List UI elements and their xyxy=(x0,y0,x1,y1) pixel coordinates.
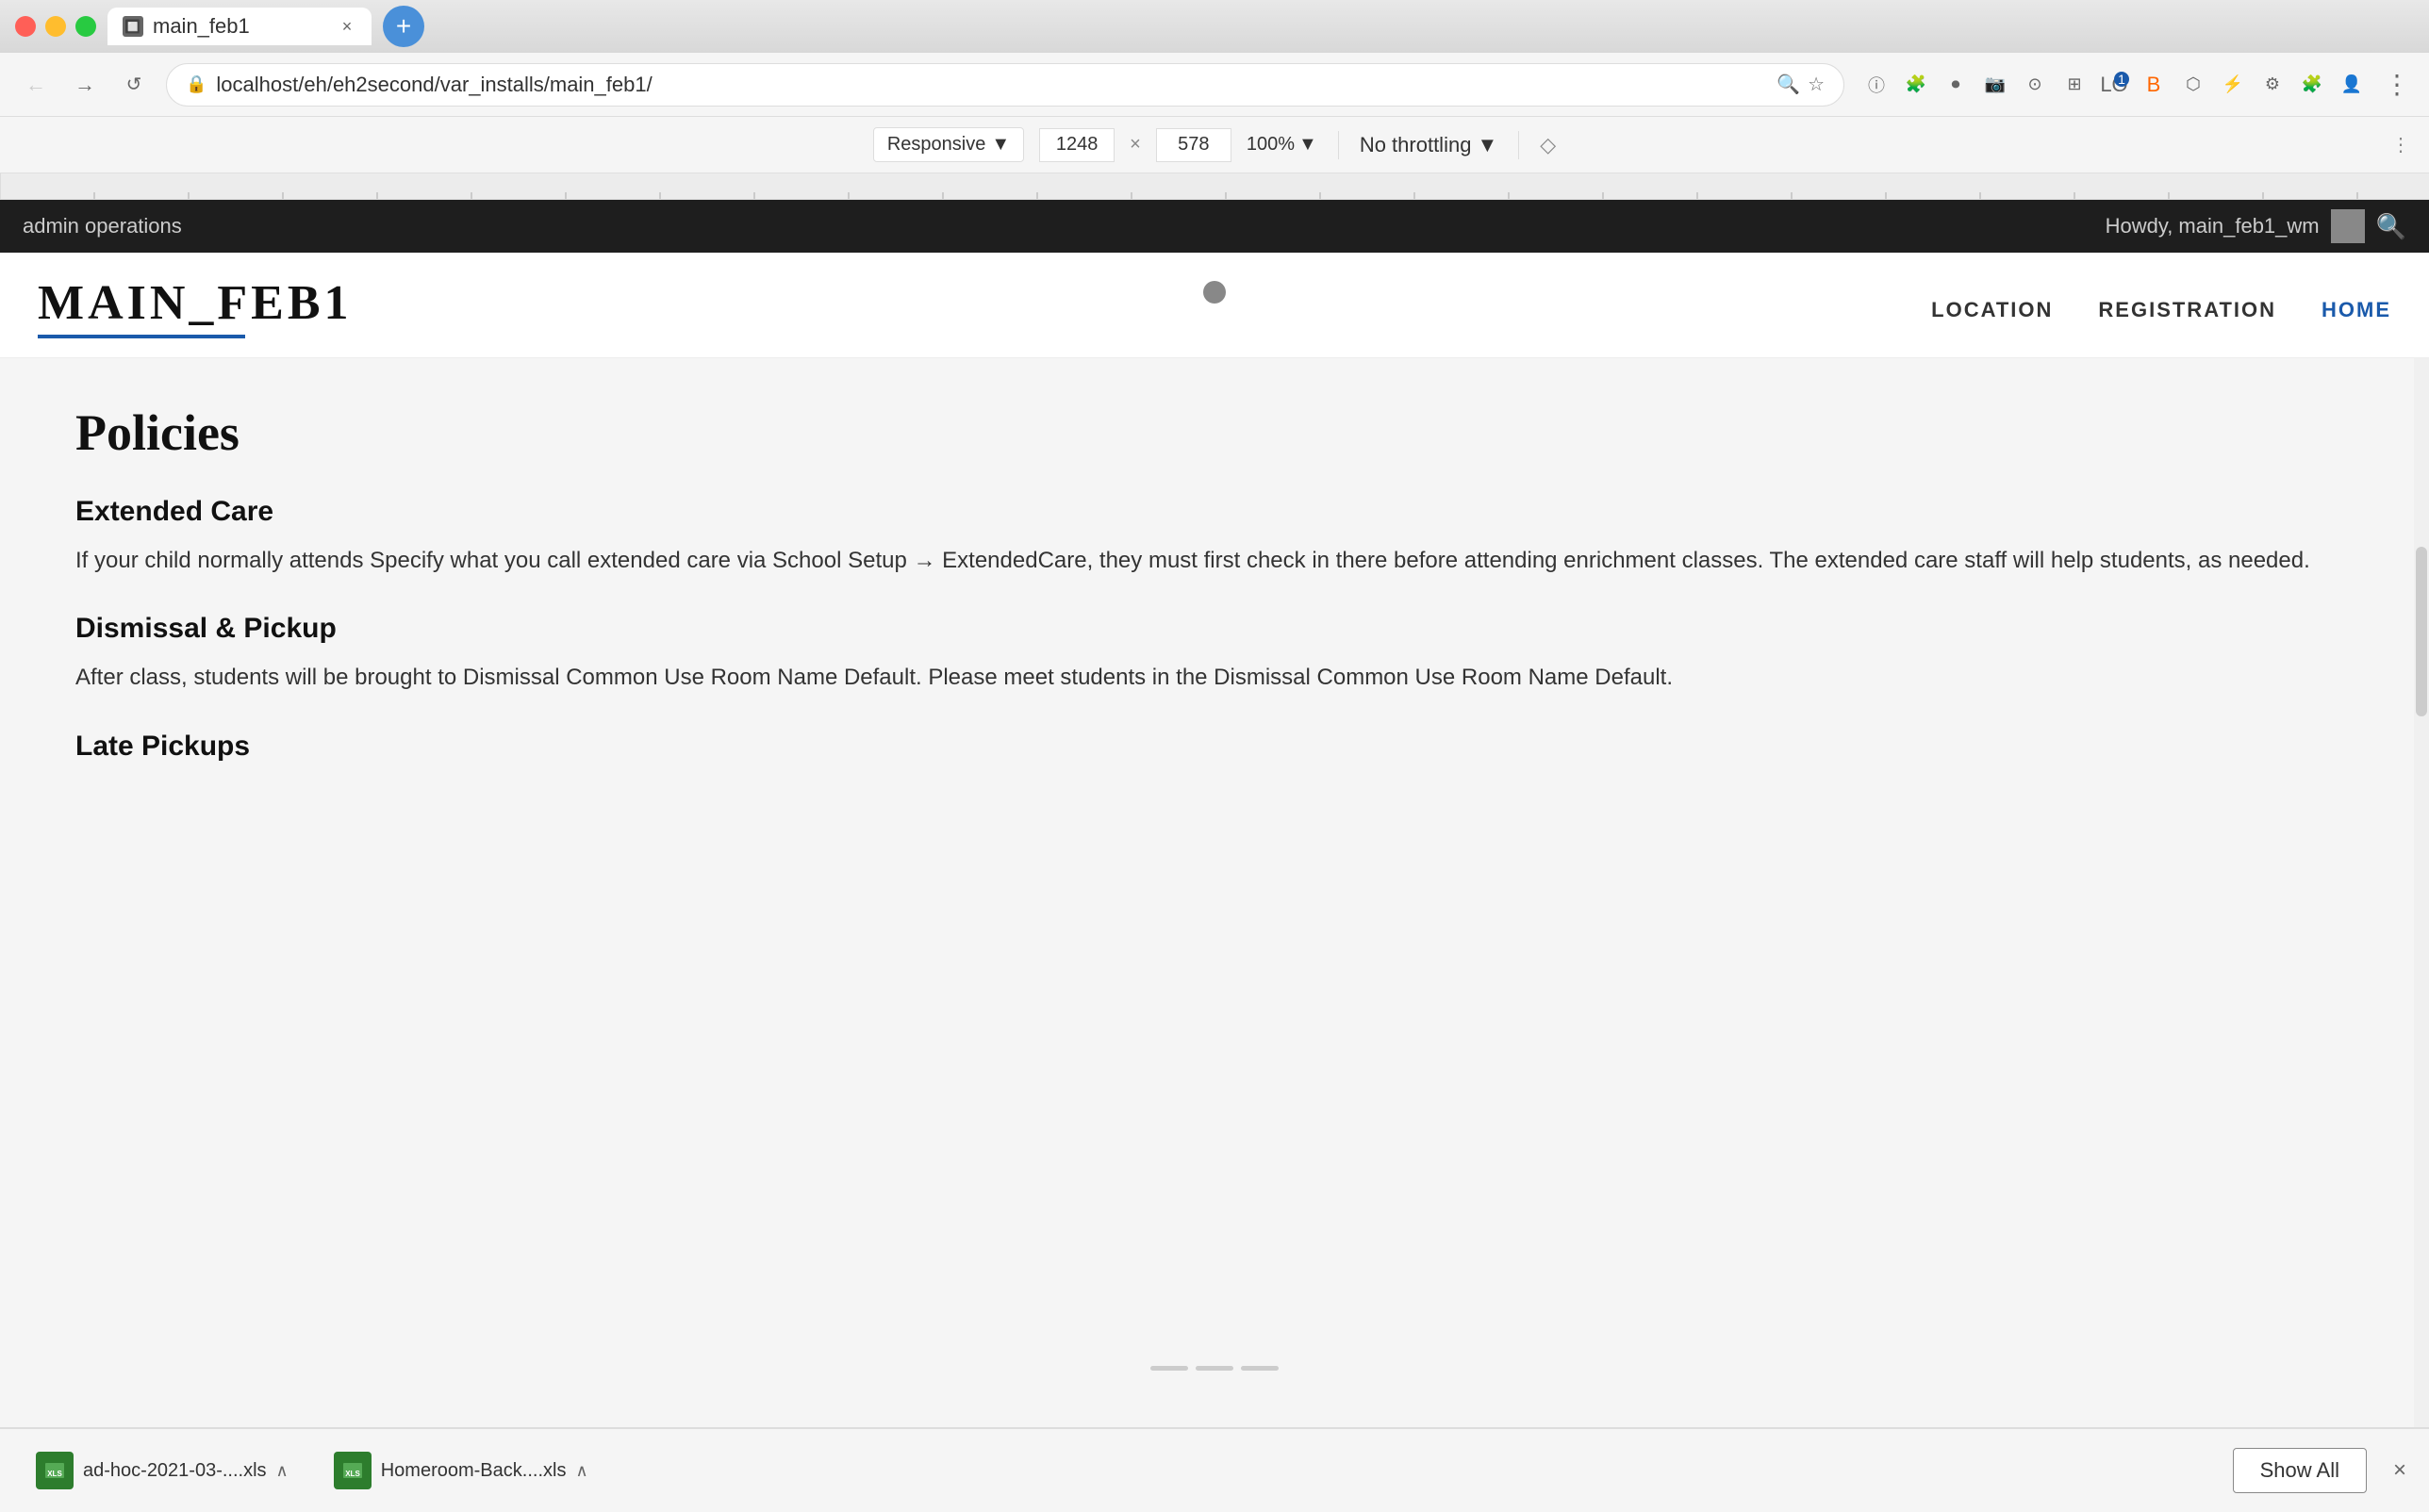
active-tab[interactable]: 🔲 main_feb1 × xyxy=(107,8,372,45)
extension-share-icon[interactable]: ⬡ xyxy=(2176,68,2210,102)
section-dismissal-title: Dismissal & Pickup xyxy=(75,613,2354,645)
browser-toolbar-icons: ⓘ 🧩 ⏺ 📷 ⊙ ⊞ LO 1 B ⬡ ⚡ ⚙ 🧩 👤 xyxy=(1859,68,2369,102)
close-downloads-button[interactable]: × xyxy=(2393,1457,2406,1484)
tab-close-button[interactable]: × xyxy=(338,17,356,36)
chevron-down-icon: ▼ xyxy=(991,134,1010,156)
section-extended-care-title: Extended Care xyxy=(75,496,2354,528)
viewport-height-input[interactable] xyxy=(1156,128,1231,162)
close-window-button[interactable] xyxy=(15,16,36,37)
chevron-down-icon: ▼ xyxy=(1298,134,1317,156)
drag-line xyxy=(1150,1366,1188,1371)
svg-text:XLS: XLS xyxy=(345,1470,360,1478)
download-item-1[interactable]: XLS ad-hoc-2021-03-....xls ∧ xyxy=(23,1444,302,1497)
search-icon[interactable]: 🔍 xyxy=(1776,73,1800,96)
back-button[interactable]: ← xyxy=(19,68,53,102)
download-chevron-2[interactable]: ∧ xyxy=(575,1461,587,1481)
website-content: admin operations Howdy, main_feb1_wm 🔍 M… xyxy=(0,200,2429,1427)
separator2 xyxy=(1518,131,1519,159)
new-tab-button[interactable]: + xyxy=(383,6,424,47)
extension-settings-icon[interactable]: ⚙ xyxy=(2256,68,2289,102)
admin-avatar xyxy=(2331,209,2365,243)
show-all-button[interactable]: Show All xyxy=(2233,1448,2367,1493)
downloads-bar: XLS ad-hoc-2021-03-....xls ∧ XLS Homeroo… xyxy=(0,1427,2429,1512)
tab-title: main_feb1 xyxy=(153,14,250,39)
nav-location[interactable]: LOCATION xyxy=(1931,298,2053,322)
bookmark-icon[interactable]: ☆ xyxy=(1808,73,1825,96)
extension-lightning-icon[interactable]: ⚡ xyxy=(2216,68,2250,102)
drag-line xyxy=(1196,1366,1233,1371)
extension-grid-icon[interactable]: ⊞ xyxy=(2057,68,2091,102)
user-greeting: Howdy, main_feb1_wm xyxy=(2106,214,2320,238)
extension-camera-icon[interactable]: 📷 xyxy=(1978,68,2012,102)
site-nav: LOCATION REGISTRATION HOME xyxy=(1931,275,2391,337)
svg-text:XLS: XLS xyxy=(47,1470,62,1478)
dimension-separator: × xyxy=(1130,134,1141,156)
forward-button[interactable]: → xyxy=(68,68,102,102)
download-name-2: Homeroom-Back....xls xyxy=(381,1460,567,1482)
separator xyxy=(1338,131,1339,159)
download-item-2[interactable]: XLS Homeroom-Back....xls ∧ xyxy=(321,1444,602,1497)
section-late-pickups-title: Late Pickups xyxy=(75,731,2354,763)
site-header: MAIN_FEB1 LOCATION REGISTRATION HOME xyxy=(0,253,2429,358)
minimize-window-button[interactable] xyxy=(45,16,66,37)
address-bar: ← → ↺ 🔒 localhost/eh/eh2second/var_insta… xyxy=(0,53,2429,117)
site-logo-area: MAIN_FEB1 xyxy=(38,275,353,357)
scrollbar-thumb[interactable] xyxy=(2416,547,2427,716)
drag-line xyxy=(1241,1366,1279,1371)
url-text: localhost/eh/eh2second/var_installs/main… xyxy=(216,73,1767,97)
title-bar: 🔲 main_feb1 × + xyxy=(0,0,2429,53)
ruler-marks xyxy=(0,173,2429,199)
extensions-puzzle-icon[interactable]: 🧩 xyxy=(2295,68,2329,102)
viewport-width-input[interactable] xyxy=(1039,128,1115,162)
extension-puzzle-icon[interactable]: 🧩 xyxy=(1899,68,1933,102)
download-file-icon-2: XLS xyxy=(334,1452,372,1489)
throttle-dropdown[interactable]: No throttling ▼ xyxy=(1360,133,1497,157)
extension-circle-icon[interactable]: ⊙ xyxy=(2018,68,2052,102)
scrollbar[interactable] xyxy=(2414,358,2429,1427)
tab-bar: 🔲 main_feb1 × + xyxy=(107,6,2414,47)
admin-search-icon[interactable]: 🔍 xyxy=(2376,212,2406,241)
tab-favicon: 🔲 xyxy=(123,16,143,37)
extension-badge-icon[interactable]: LO 1 xyxy=(2097,68,2131,102)
download-name-1: ad-hoc-2021-03-....xls xyxy=(83,1460,267,1482)
url-bar[interactable]: 🔒 localhost/eh/eh2second/var_installs/ma… xyxy=(166,63,1844,107)
site-logo[interactable]: MAIN_FEB1 xyxy=(38,275,353,331)
download-chevron-1[interactable]: ∧ xyxy=(276,1461,289,1481)
download-file-icon-1: XLS xyxy=(36,1452,74,1489)
section-dismissal-text: After class, students will be brought to… xyxy=(75,660,2354,696)
drag-handle[interactable] xyxy=(1150,1366,1279,1371)
extension-b-icon[interactable]: B xyxy=(2137,68,2171,102)
extensions-icon[interactable]: ⓘ xyxy=(1859,68,1893,102)
devtools-more-button[interactable]: ⋮ xyxy=(2391,133,2410,156)
devtools-bar: Responsive ▼ × 100% ▼ No throttling ▼ ◇ … xyxy=(0,117,2429,173)
lock-icon: 🔒 xyxy=(186,74,207,94)
refresh-button[interactable]: ↺ xyxy=(117,68,151,102)
responsive-dropdown[interactable]: Responsive ▼ xyxy=(873,127,1024,162)
zoom-dropdown[interactable]: 100% ▼ xyxy=(1247,134,1317,156)
url-icons: 🔍 ☆ xyxy=(1776,73,1825,96)
main-content: Policies Extended Care If your child nor… xyxy=(0,358,2429,1427)
screenshot-button[interactable]: ◇ xyxy=(1540,133,1556,157)
traffic-lights xyxy=(15,16,96,37)
section-extended-care-text: If your child normally attends Specify w… xyxy=(75,543,2354,579)
browser-menu-button[interactable]: ⋮ xyxy=(2384,69,2410,100)
admin-bar-right: Howdy, main_feb1_wm 🔍 xyxy=(2106,209,2406,243)
nav-registration[interactable]: REGISTRATION xyxy=(2098,298,2276,322)
chevron-down-icon: ▼ xyxy=(1477,133,1497,157)
admin-operations-label: admin operations xyxy=(23,214,182,238)
page-title: Policies xyxy=(75,403,2354,462)
admin-bar: admin operations Howdy, main_feb1_wm 🔍 xyxy=(0,200,2429,253)
loading-indicator xyxy=(1203,281,1226,304)
user-avatar-icon[interactable]: 👤 xyxy=(2335,68,2369,102)
devtools-controls: Responsive ▼ × 100% ▼ No throttling ▼ ◇ xyxy=(873,127,1556,162)
extension-record-icon[interactable]: ⏺ xyxy=(1939,68,1973,102)
nav-home[interactable]: HOME xyxy=(2322,298,2391,322)
fullscreen-window-button[interactable] xyxy=(75,16,96,37)
ruler xyxy=(0,173,2429,200)
